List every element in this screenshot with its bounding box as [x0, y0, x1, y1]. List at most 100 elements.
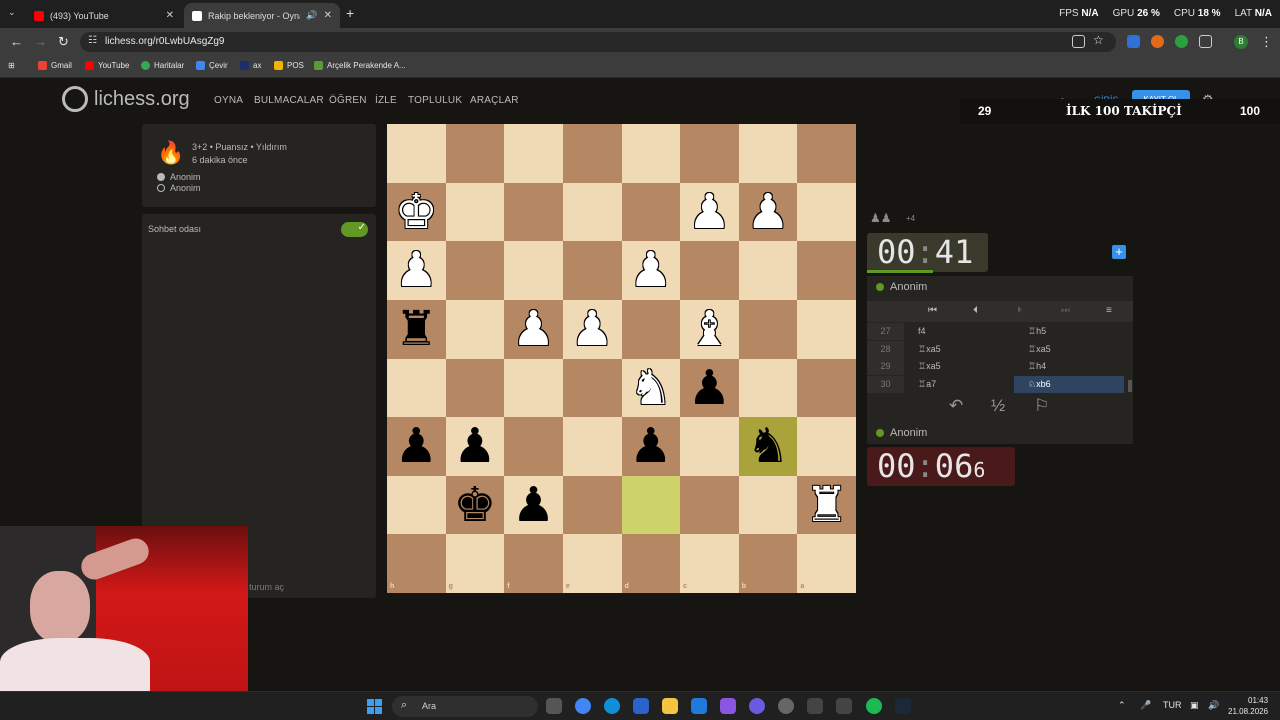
- back-icon[interactable]: ←: [10, 34, 23, 49]
- board-square[interactable]: [562, 241, 622, 300]
- board-square[interactable]: [387, 475, 446, 535]
- close-tab-icon[interactable]: ✕: [324, 10, 332, 21]
- black-pawn-icon[interactable]: ♟: [622, 417, 681, 476]
- board-square[interactable]: [504, 358, 563, 418]
- board-square[interactable]: [504, 241, 563, 300]
- black-pawn-icon[interactable]: ♟: [446, 417, 505, 476]
- menu-play[interactable]: OYNA: [214, 95, 243, 106]
- black-move[interactable]: ♖h5: [1014, 323, 1124, 340]
- input-language[interactable]: TUR: [1163, 700, 1182, 710]
- board-square[interactable]: [738, 534, 798, 593]
- board-square[interactable]: [445, 358, 505, 418]
- store-icon[interactable]: [633, 698, 649, 714]
- chrome-menu-icon[interactable]: ⋮: [1260, 34, 1273, 50]
- black-move[interactable]: ♘xb6: [1014, 375, 1124, 393]
- system-clock[interactable]: 01:43 21.08.2026: [1228, 695, 1268, 717]
- board-square[interactable]: [797, 417, 856, 476]
- menu-watch[interactable]: İZLE: [375, 95, 397, 106]
- address-bar[interactable]: ☷ lichess.org/r0LwbUAsgZg9: [80, 32, 1116, 52]
- edge-icon[interactable]: [604, 698, 620, 714]
- board-square[interactable]: [797, 534, 856, 593]
- tray-chevron-icon[interactable]: ⌃: [1118, 700, 1126, 711]
- prev-move-icon[interactable]: ⏴: [973, 305, 978, 316]
- board-square[interactable]: [387, 124, 446, 183]
- offer-draw-button[interactable]: ½: [991, 396, 1005, 416]
- board-square[interactable]: [445, 182, 505, 242]
- forward-icon[interactable]: →: [34, 34, 47, 49]
- bookmark-youtube[interactable]: YouTube: [85, 61, 129, 70]
- white-king-icon[interactable]: ♚: [387, 183, 446, 242]
- bookmark-ax[interactable]: ax: [240, 61, 261, 70]
- white-knight-icon[interactable]: ♞: [622, 359, 681, 418]
- extension-3-icon[interactable]: [1175, 35, 1188, 48]
- board-square[interactable]: [797, 299, 856, 359]
- bookmark-gmail[interactable]: Gmail: [38, 61, 72, 70]
- copilot-icon[interactable]: [720, 698, 736, 714]
- first-move-icon[interactable]: ⏮: [928, 305, 937, 316]
- black-pawn-icon[interactable]: ♟: [504, 476, 563, 535]
- chess-board[interactable]: 1 2 3 4 5 6 7 8 h g f e d c b a ♚ ♟ ♟ ♟ ♟ ♜ ♟ ♟ ♝ ♞ ♟ ♟ ♟ ♟ ♞ ♚ ♟ ♜: [387, 124, 856, 593]
- task-view-icon[interactable]: [546, 698, 562, 714]
- windows-start-icon[interactable]: [367, 699, 382, 714]
- white-pawn-icon[interactable]: ♟: [739, 183, 798, 242]
- game-player-black[interactable]: Anonim: [170, 183, 201, 193]
- new-tab-button[interactable]: +: [346, 5, 354, 21]
- extensions-puzzle-icon[interactable]: [1199, 35, 1212, 48]
- game-player-white[interactable]: Anonim: [170, 172, 201, 182]
- spotify-icon[interactable]: [866, 698, 882, 714]
- board-square[interactable]: [562, 534, 622, 593]
- board-square[interactable]: [562, 182, 622, 242]
- white-pawn-icon[interactable]: ♟: [504, 300, 563, 359]
- white-pawn-icon[interactable]: ♟: [680, 183, 739, 242]
- apps-grid-icon[interactable]: ⊞: [8, 61, 15, 70]
- black-pawn-icon[interactable]: ♟: [387, 417, 446, 476]
- board-square[interactable]: [562, 124, 622, 183]
- reload-icon[interactable]: ↻: [58, 34, 69, 50]
- board-square[interactable]: [504, 417, 563, 476]
- board-square[interactable]: [445, 299, 505, 359]
- network-icon[interactable]: ▣: [1190, 700, 1199, 711]
- white-move[interactable]: ♖xa5: [904, 358, 1014, 375]
- black-king-icon[interactable]: ♚: [446, 476, 505, 535]
- board-square[interactable]: [562, 358, 622, 418]
- board-square[interactable]: [621, 534, 681, 593]
- board-square[interactable]: [445, 124, 505, 183]
- board-square[interactable]: [797, 124, 856, 183]
- menu-learn[interactable]: ÖĞREN: [329, 95, 367, 106]
- app-icon[interactable]: [836, 698, 852, 714]
- site-info-icon[interactable]: ☷: [88, 35, 97, 46]
- app-icon[interactable]: [778, 698, 794, 714]
- board-square[interactable]: [680, 475, 739, 535]
- board-square[interactable]: [621, 475, 681, 535]
- steam-icon[interactable]: [895, 698, 911, 714]
- board-square[interactable]: [738, 299, 798, 359]
- white-move[interactable]: ♖xa5: [904, 341, 1014, 358]
- black-rook-icon[interactable]: ♜: [387, 300, 446, 359]
- black-knight-icon[interactable]: ♞: [739, 417, 798, 476]
- board-square[interactable]: [504, 182, 563, 242]
- chat-toggle[interactable]: [341, 222, 368, 237]
- volume-icon[interactable]: 🔊: [1208, 700, 1219, 711]
- board-square[interactable]: [738, 475, 798, 535]
- resign-flag-icon[interactable]: ⚐: [1034, 396, 1049, 416]
- tab-youtube[interactable]: (493) YouTube ✕: [26, 3, 182, 28]
- board-square[interactable]: [504, 124, 563, 183]
- chat-input[interactable]: turum aç: [249, 582, 284, 592]
- board-square[interactable]: [680, 417, 739, 476]
- board-square[interactable]: [680, 241, 739, 300]
- tab-search-icon[interactable]: ⌄: [8, 7, 16, 18]
- opponent-name[interactable]: Anonim: [876, 281, 927, 293]
- board-square[interactable]: [445, 241, 505, 300]
- board-square[interactable]: [504, 534, 563, 593]
- bookmark-arcelik[interactable]: Arçelik Perakende A...: [314, 61, 406, 70]
- profile-avatar[interactable]: B: [1234, 35, 1248, 49]
- white-pawn-icon[interactable]: ♟: [622, 241, 681, 300]
- move-list-scrollbar[interactable]: [1128, 380, 1132, 392]
- menu-tools[interactable]: ARAÇLAR: [470, 95, 519, 106]
- discord-icon[interactable]: [749, 698, 765, 714]
- white-move[interactable]: ♖a7: [904, 376, 1014, 393]
- board-square[interactable]: [621, 124, 681, 183]
- player-name[interactable]: Anonim: [876, 427, 927, 439]
- takeback-icon[interactable]: ↶: [949, 396, 963, 416]
- black-move[interactable]: ♖h4: [1014, 358, 1124, 375]
